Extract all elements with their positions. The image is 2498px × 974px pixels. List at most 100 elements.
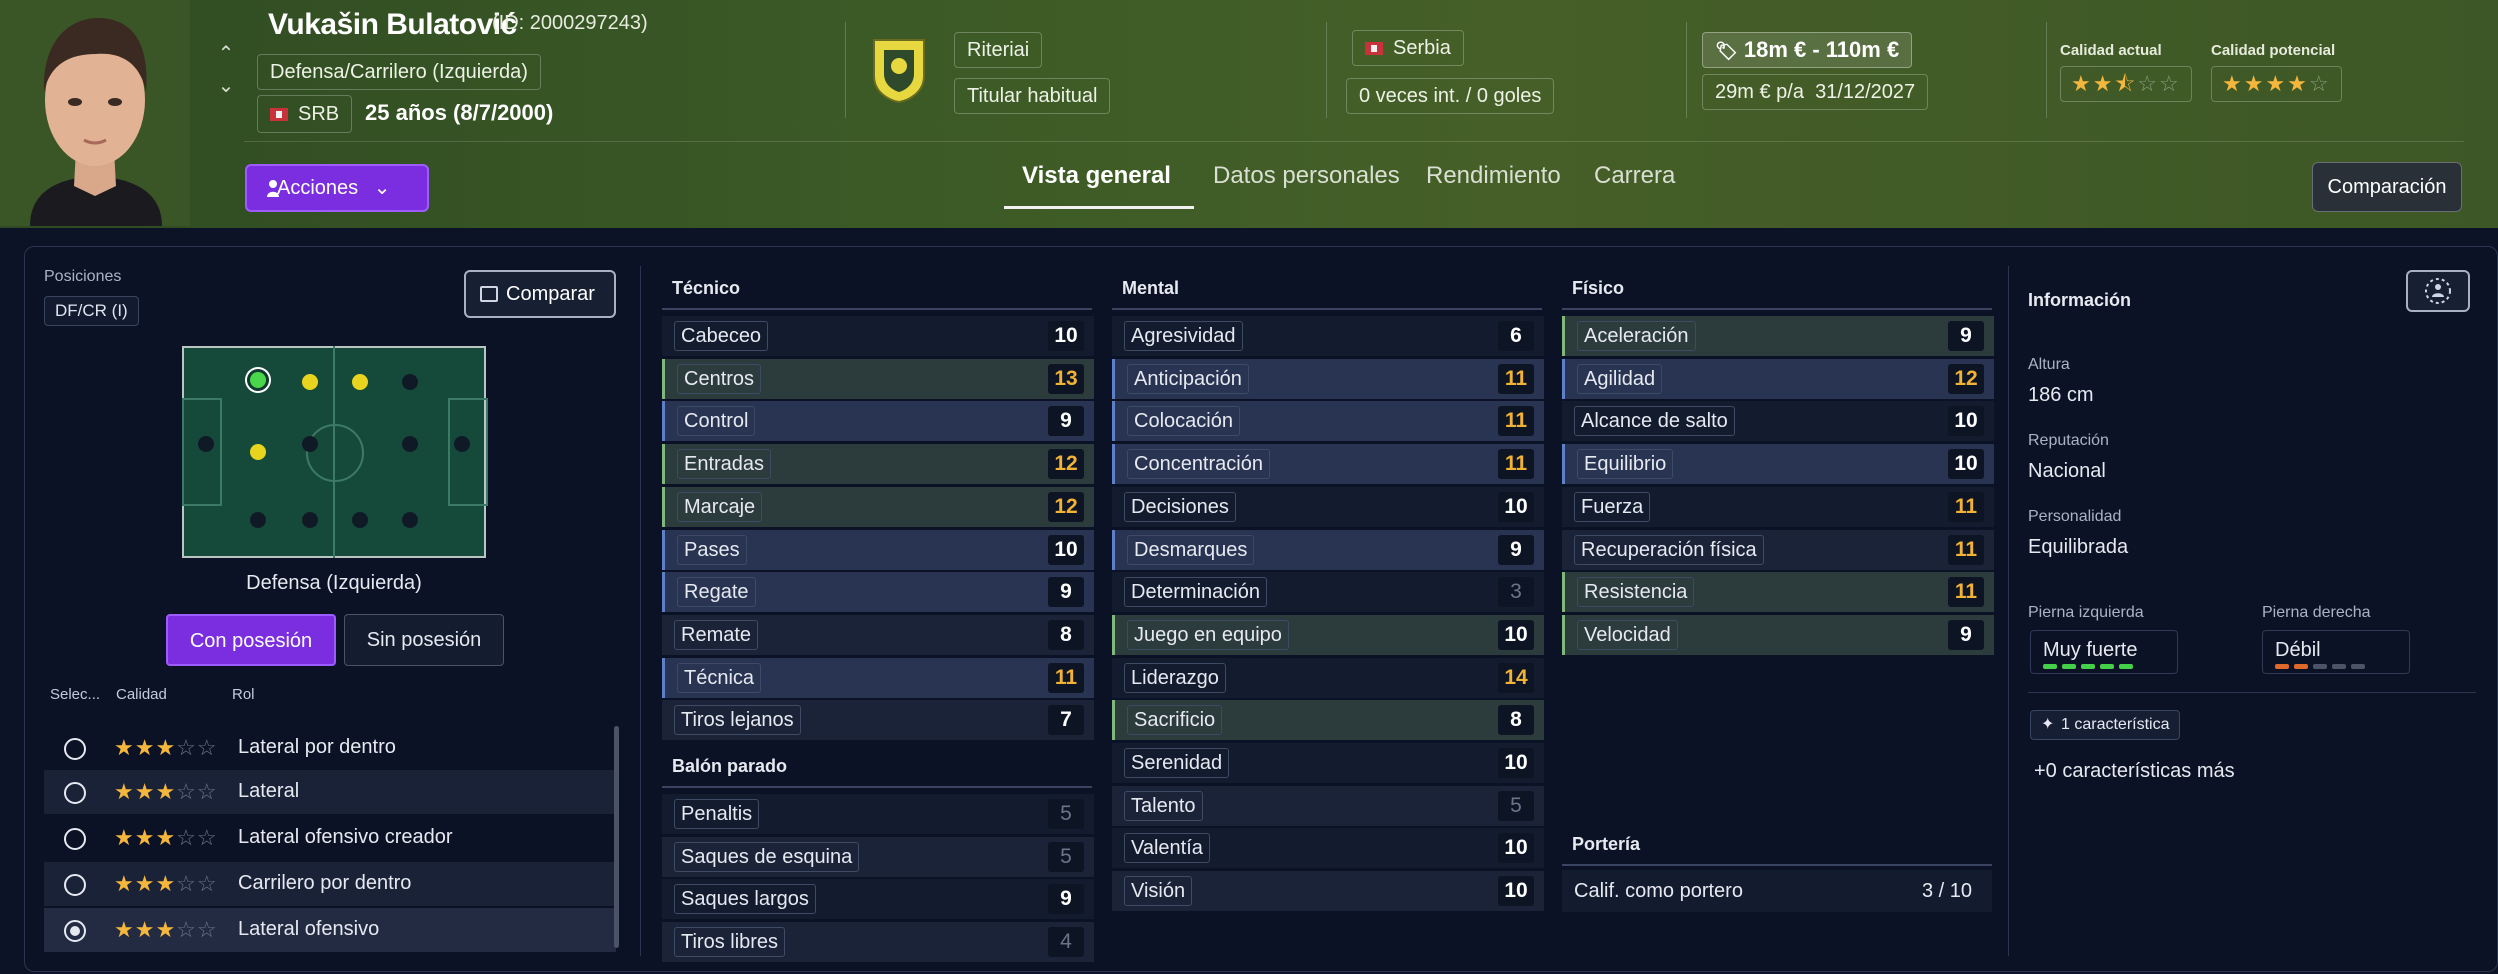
attribute-row[interactable]: Colocación 11 bbox=[1112, 401, 1544, 442]
attribute-row[interactable]: Técnica 11 bbox=[662, 657, 1094, 698]
attribute-value: 4 bbox=[1048, 927, 1084, 958]
attribute-row[interactable]: Recuperación física 11 bbox=[1562, 529, 1994, 570]
column-quality[interactable]: Calidad bbox=[116, 686, 167, 703]
compare-button[interactable]: Comparar bbox=[464, 270, 616, 318]
role-name: Carrilero por dentro bbox=[238, 872, 412, 894]
attribute-row[interactable]: Agilidad 12 bbox=[1562, 358, 1994, 399]
position-chip[interactable]: DF/CR (I) bbox=[44, 296, 139, 326]
attribute-row[interactable]: Velocidad 9 bbox=[1562, 614, 1994, 655]
attribute-row[interactable]: Marcaje 12 bbox=[662, 486, 1094, 527]
attribute-row[interactable]: Remate 8 bbox=[662, 614, 1094, 655]
attribute-name: Anticipación bbox=[1127, 363, 1249, 394]
attribute-row[interactable]: Tiros lejanos 7 bbox=[662, 700, 1094, 741]
column-select[interactable]: Selec... bbox=[50, 686, 100, 703]
attribute-name: Desmarques bbox=[1127, 534, 1255, 565]
club-name[interactable]: Riteriai bbox=[954, 32, 1043, 68]
attribute-row[interactable]: Visión 10 bbox=[1112, 871, 1544, 912]
attribute-row[interactable]: Tiros libres 4 bbox=[662, 922, 1094, 963]
actions-button[interactable]: Acciones ⌄ bbox=[245, 164, 429, 212]
tab-career[interactable]: Carrera bbox=[1594, 162, 1675, 190]
player-info-button[interactable] bbox=[2406, 270, 2470, 312]
tab-performance[interactable]: Rendimiento bbox=[1426, 162, 1561, 190]
attribute-name: Liderazgo bbox=[1124, 662, 1226, 693]
column-role[interactable]: Rol bbox=[232, 686, 255, 703]
right-foot-label: Pierna derecha bbox=[2262, 604, 2371, 621]
position-dot[interactable] bbox=[250, 444, 266, 460]
without-possession-toggle[interactable]: Sin posesión bbox=[344, 614, 504, 666]
price-tag-icon: 🏷 bbox=[1715, 41, 1738, 61]
role-row-selected[interactable]: ★★★☆☆ Lateral ofensivo bbox=[44, 908, 616, 952]
attribute-row[interactable]: Equilibrio 10 bbox=[1562, 444, 1994, 485]
position-dot[interactable] bbox=[302, 436, 318, 452]
next-player-arrow-icon[interactable]: ⌄ bbox=[214, 74, 238, 98]
position-dot[interactable] bbox=[352, 512, 368, 528]
role-radio[interactable] bbox=[64, 782, 86, 804]
goalkeeper-rating-label: Calif. como portero bbox=[1574, 880, 1743, 902]
attribute-row[interactable]: Centros 13 bbox=[662, 358, 1094, 399]
position-dot[interactable] bbox=[402, 512, 418, 528]
traits-chip[interactable]: ✦ 1 característica bbox=[2030, 710, 2181, 740]
position-dot[interactable] bbox=[402, 374, 418, 390]
comparison-button[interactable]: Comparación bbox=[2312, 162, 2462, 212]
position-dot[interactable] bbox=[302, 512, 318, 528]
transfer-value[interactable]: 🏷 18m € - 110m € bbox=[1702, 32, 1913, 68]
attribute-row[interactable]: Resistencia 11 bbox=[1562, 572, 1994, 613]
attribute-row[interactable]: Decisiones 10 bbox=[1112, 486, 1544, 527]
attribute-row[interactable]: Saques largos 9 bbox=[662, 879, 1094, 920]
attribute-row[interactable]: Control 9 bbox=[662, 401, 1094, 442]
attribute-row[interactable]: Anticipación 11 bbox=[1112, 358, 1544, 399]
attribute-row[interactable]: Fuerza 11 bbox=[1562, 486, 1994, 527]
attribute-row[interactable]: Agresividad 6 bbox=[1112, 316, 1544, 356]
position-dot[interactable] bbox=[250, 512, 266, 528]
attribute-row[interactable]: Penaltis 5 bbox=[662, 794, 1094, 834]
attribute-row[interactable]: Pases 10 bbox=[662, 529, 1094, 570]
attribute-row[interactable]: Talento 5 bbox=[1112, 785, 1544, 826]
position-dot[interactable] bbox=[352, 374, 368, 390]
position-dot[interactable] bbox=[402, 436, 418, 452]
role-radio[interactable] bbox=[64, 874, 86, 896]
right-foot-meter bbox=[2275, 664, 2365, 669]
attribute-value: 13 bbox=[1048, 363, 1084, 394]
roles-scrollbar[interactable] bbox=[614, 726, 619, 948]
role-row[interactable]: ★★★☆☆ Carrilero por dentro bbox=[44, 862, 616, 906]
tab-overview[interactable]: Vista general bbox=[1022, 162, 1171, 190]
position-pitch bbox=[182, 346, 488, 558]
position-dot[interactable] bbox=[454, 436, 470, 452]
role-radio[interactable] bbox=[64, 828, 86, 850]
attribute-row[interactable]: Sacrificio 8 bbox=[1112, 700, 1544, 741]
with-possession-toggle[interactable]: Con posesión bbox=[166, 614, 336, 666]
attribute-name: Decisiones bbox=[1124, 491, 1236, 522]
attribute-name: Recuperación física bbox=[1574, 534, 1764, 565]
attribute-row[interactable]: Entradas 12 bbox=[662, 444, 1094, 485]
attribute-row[interactable]: Alcance de salto 10 bbox=[1562, 401, 1994, 442]
attribute-row[interactable]: Regate 9 bbox=[662, 572, 1094, 613]
role-radio[interactable] bbox=[64, 738, 86, 760]
tab-personal-data[interactable]: Datos personales bbox=[1213, 162, 1400, 190]
attribute-row[interactable]: Cabeceo 10 bbox=[662, 316, 1094, 356]
previous-player-arrow-icon[interactable]: ⌃ bbox=[214, 42, 238, 66]
attribute-row[interactable]: Serenidad 10 bbox=[1112, 743, 1544, 783]
attribute-value: 7 bbox=[1048, 705, 1084, 736]
attribute-name: Serenidad bbox=[1124, 748, 1230, 778]
attribute-row[interactable]: Saques de esquina 5 bbox=[662, 836, 1094, 877]
attribute-row[interactable]: Juego en equipo 10 bbox=[1112, 614, 1544, 655]
position-dot[interactable] bbox=[198, 436, 214, 452]
attribute-row[interactable]: Liderazgo 14 bbox=[1112, 657, 1544, 698]
role-radio-selected[interactable] bbox=[64, 920, 86, 942]
attribute-row[interactable]: Desmarques 9 bbox=[1112, 529, 1544, 570]
attribute-name: Pases bbox=[677, 534, 747, 565]
attribute-row[interactable]: Determinación 3 bbox=[1112, 572, 1544, 613]
role-row[interactable]: ★★★☆☆ Lateral bbox=[44, 770, 616, 814]
attribute-row[interactable]: Concentración 11 bbox=[1112, 444, 1544, 485]
position-dot-selected[interactable] bbox=[250, 372, 266, 388]
attribute-name: Entradas bbox=[677, 449, 772, 480]
club-crest-icon[interactable] bbox=[870, 36, 928, 104]
more-traits-link[interactable]: +0 características más bbox=[2034, 760, 2235, 783]
national-team-badge[interactable]: Serbia bbox=[1352, 30, 1464, 66]
position-dot[interactable] bbox=[302, 374, 318, 390]
attribute-row[interactable]: Aceleración 9 bbox=[1562, 316, 1994, 356]
player-nationality-badge[interactable]: SRB bbox=[257, 95, 353, 133]
role-row[interactable]: ★★★☆☆ Lateral ofensivo creador bbox=[44, 816, 616, 860]
role-row[interactable]: ★★★☆☆ Lateral por dentro bbox=[44, 726, 616, 770]
attribute-row[interactable]: Valentía 10 bbox=[1112, 828, 1544, 869]
